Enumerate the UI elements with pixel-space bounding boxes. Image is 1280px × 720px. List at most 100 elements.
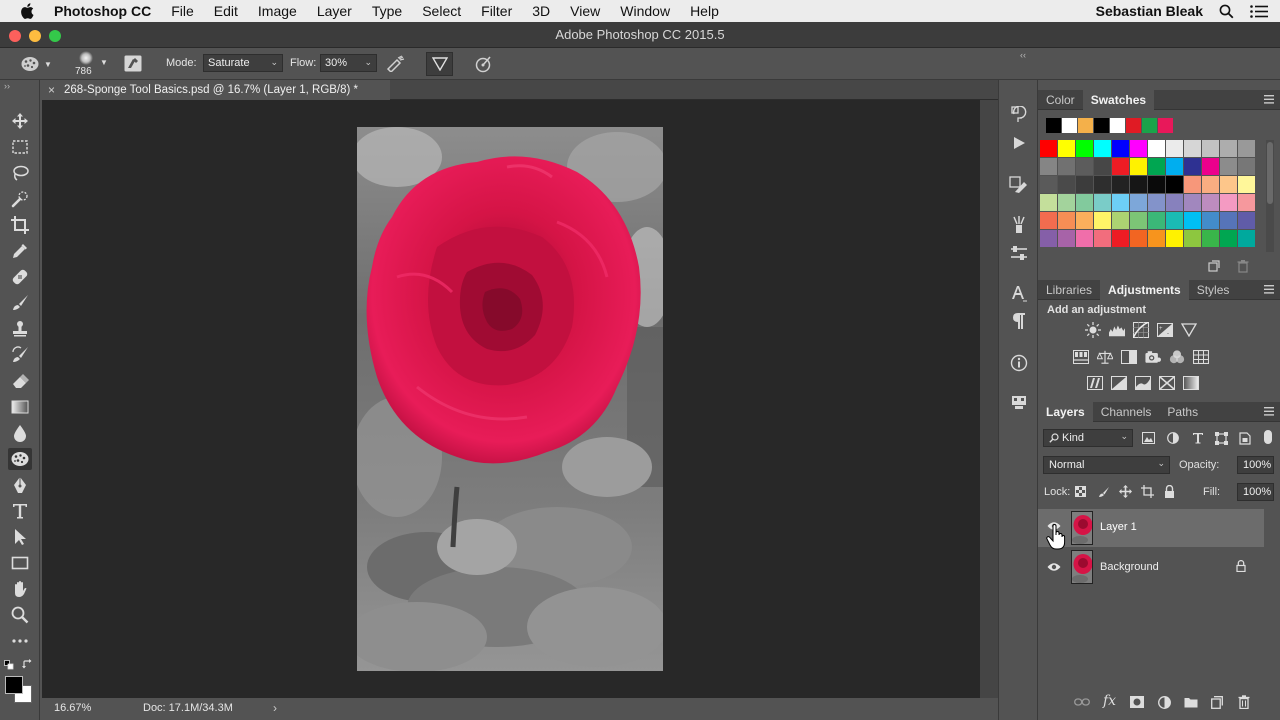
color-swatch[interactable]: [1076, 158, 1093, 175]
color-swatch[interactable]: [1076, 140, 1093, 157]
layer-filter-toggle[interactable]: [1264, 430, 1272, 444]
canvas-area[interactable]: [42, 100, 980, 698]
color-swatch[interactable]: [1130, 158, 1147, 175]
filter-type-layers-icon[interactable]: [1192, 432, 1204, 444]
swap-colors-icon[interactable]: [22, 659, 33, 670]
minimize-window-button[interactable]: [29, 30, 41, 42]
layer-name[interactable]: Layer 1: [1100, 521, 1137, 533]
chevron-right-icon[interactable]: ›: [273, 701, 277, 715]
color-swatch[interactable]: [1202, 230, 1219, 247]
channel-mixer-icon[interactable]: [1169, 349, 1185, 365]
color-swatch[interactable]: [1220, 176, 1237, 193]
color-swatch[interactable]: [1130, 230, 1147, 247]
color-lookup-icon[interactable]: [1193, 349, 1209, 365]
delete-layer-icon[interactable]: [1238, 695, 1250, 709]
color-swatch[interactable]: [1094, 176, 1111, 193]
type-tool-icon[interactable]: [8, 500, 32, 522]
mode-select[interactable]: Saturate ⌄: [203, 54, 283, 72]
brush-presets-panel-icon[interactable]: [1007, 174, 1031, 196]
photo-filter-icon[interactable]: [1145, 349, 1161, 365]
black-white-icon[interactable]: [1121, 349, 1137, 365]
color-swatch[interactable]: [1184, 140, 1201, 157]
rectangle-tool-icon[interactable]: [8, 552, 32, 574]
color-swatch[interactable]: [1130, 176, 1147, 193]
color-swatch[interactable]: [1112, 140, 1129, 157]
threshold-icon[interactable]: [1135, 375, 1151, 391]
lasso-tool-icon[interactable]: [8, 162, 32, 184]
color-swatch[interactable]: [1220, 140, 1237, 157]
color-swatch[interactable]: [1058, 140, 1075, 157]
menu-3d[interactable]: 3D: [532, 3, 550, 19]
color-swatch[interactable]: [1040, 230, 1057, 247]
color-swatch[interactable]: [1040, 194, 1057, 211]
tab-color[interactable]: Color: [1038, 90, 1083, 110]
lock-all-icon[interactable]: [1164, 485, 1175, 498]
color-swatch[interactable]: [1076, 230, 1093, 247]
brush-preset-picker[interactable]: 786 ▼: [72, 50, 110, 78]
color-swatch[interactable]: [1058, 158, 1075, 175]
recent-swatch[interactable]: [1126, 118, 1141, 133]
info-panel-icon[interactable]: [1007, 352, 1031, 374]
color-swatch[interactable]: [1238, 140, 1255, 157]
quick-selection-tool-icon[interactable]: [8, 188, 32, 210]
color-swatch[interactable]: [1238, 230, 1255, 247]
gradient-tool-icon[interactable]: [8, 396, 32, 418]
color-swatch[interactable]: [1130, 140, 1147, 157]
color-swatch[interactable]: [1166, 194, 1183, 211]
brush-settings-panel-icon[interactable]: [1007, 214, 1031, 236]
color-swatch[interactable]: [1184, 158, 1201, 175]
new-layer-icon[interactable]: [1211, 696, 1223, 709]
collapse-arrows-icon[interactable]: ‹‹: [1020, 50, 1026, 60]
filter-pixel-layers-icon[interactable]: [1142, 432, 1155, 444]
layer-row-background[interactable]: Background: [1038, 548, 1264, 586]
color-swatch[interactable]: [1238, 194, 1255, 211]
pen-tool-icon[interactable]: [8, 474, 32, 496]
default-colors-icon[interactable]: [4, 660, 14, 670]
actions-play-icon[interactable]: [1007, 132, 1031, 154]
color-swatch[interactable]: [1238, 212, 1255, 229]
color-swatch[interactable]: [1058, 212, 1075, 229]
lock-transparent-pixels-icon[interactable]: [1075, 486, 1086, 497]
color-swatch[interactable]: [1166, 212, 1183, 229]
healing-brush-tool-icon[interactable]: [8, 266, 32, 288]
sponge-tool-icon[interactable]: [8, 448, 32, 470]
brush-settings-panel-toggle[interactable]: [124, 55, 142, 72]
recent-swatch[interactable]: [1046, 118, 1061, 133]
marquee-tool-icon[interactable]: [8, 136, 32, 158]
lock-position-icon[interactable]: [1119, 485, 1132, 498]
color-balance-icon[interactable]: [1097, 349, 1113, 365]
color-swatch[interactable]: [1076, 212, 1093, 229]
menu-file[interactable]: File: [171, 3, 194, 19]
color-swatch[interactable]: [1112, 176, 1129, 193]
fill-input[interactable]: 100%: [1237, 483, 1274, 501]
eyedropper-tool-icon[interactable]: [8, 240, 32, 262]
layer-visibility-eye-icon[interactable]: [1047, 562, 1061, 572]
panel-menu-icon[interactable]: [1264, 407, 1274, 416]
posterize-icon[interactable]: [1111, 375, 1127, 391]
selective-color-icon[interactable]: [1159, 375, 1175, 391]
character-panel-icon[interactable]: [1007, 282, 1031, 304]
color-swatch[interactable]: [1076, 176, 1093, 193]
flow-input[interactable]: 30% ⌄: [320, 54, 377, 72]
color-swatch[interactable]: [1238, 158, 1255, 175]
opacity-input[interactable]: 100%: [1237, 456, 1274, 474]
new-group-folder-icon[interactable]: [1184, 696, 1198, 708]
vibrance-toggle-button[interactable]: [426, 52, 453, 76]
color-swatch[interactable]: [1184, 230, 1201, 247]
tab-layers[interactable]: Layers: [1038, 401, 1093, 422]
color-swatch[interactable]: [1184, 212, 1201, 229]
layer-style-fx-icon[interactable]: fx: [1103, 693, 1116, 709]
edit-toolbar-icon[interactable]: [8, 630, 32, 652]
color-swatch[interactable]: [1058, 176, 1075, 193]
app-name-menu[interactable]: Photoshop CC: [54, 3, 151, 19]
color-swatch[interactable]: [1166, 158, 1183, 175]
history-panel-icon[interactable]: [1007, 104, 1031, 126]
color-swatch[interactable]: [1094, 158, 1111, 175]
panel-menu-icon[interactable]: [1264, 285, 1274, 294]
color-swatch[interactable]: [1202, 140, 1219, 157]
menu-layer[interactable]: Layer: [317, 3, 352, 19]
color-swatch[interactable]: [1058, 194, 1075, 211]
path-selection-tool-icon[interactable]: [8, 526, 32, 548]
levels-icon[interactable]: [1109, 322, 1125, 338]
lock-image-pixels-icon[interactable]: [1098, 486, 1110, 498]
